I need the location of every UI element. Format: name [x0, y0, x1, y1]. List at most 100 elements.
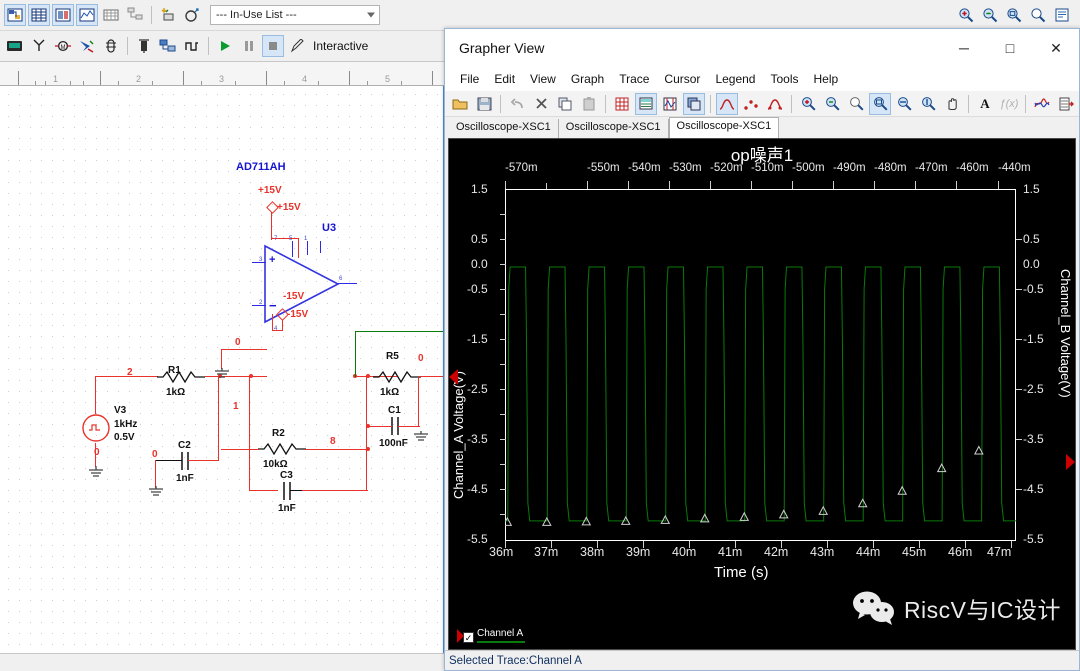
menu-view[interactable]: View	[523, 70, 563, 88]
menu-graph[interactable]: Graph	[564, 70, 611, 88]
cut-icon[interactable]	[530, 93, 552, 115]
maximize-button[interactable]: □	[987, 29, 1033, 67]
frequency-counter-icon[interactable]	[133, 35, 155, 57]
graphic-annotation-icon[interactable]	[76, 4, 98, 26]
oscilloscope-icon[interactable]	[76, 35, 98, 57]
plot-legend[interactable]: ✓ Channel A	[457, 629, 525, 643]
x-tick-bottom: 45m	[902, 545, 926, 559]
menu-cursor[interactable]: Cursor	[657, 70, 707, 88]
value-label-r5: 1kΩ	[380, 387, 399, 398]
open-icon[interactable]	[449, 93, 471, 115]
page-properties-icon[interactable]	[683, 93, 705, 115]
save-icon[interactable]	[473, 93, 495, 115]
y-tick-right: -1.5	[1023, 332, 1044, 346]
menu-help[interactable]: Help	[807, 70, 846, 88]
pin-label-pos-supply: +15V	[277, 202, 301, 213]
select-trace-icon[interactable]	[716, 93, 738, 115]
y-tick-right: -5.5	[1023, 532, 1044, 546]
zoom-fit-icon[interactable]	[1027, 4, 1049, 26]
in-use-list-value: --- In-Use List ---	[216, 9, 297, 21]
y-tick-right: 0.5	[1023, 232, 1040, 246]
wattmeter-icon[interactable]: M	[52, 35, 74, 57]
spreadsheet-view-icon[interactable]	[28, 4, 50, 26]
zoom-region-icon[interactable]	[869, 93, 891, 115]
ground-symbol-c2	[147, 486, 165, 500]
hierarchy-icon[interactable]	[124, 4, 146, 26]
multimeter-icon[interactable]	[4, 35, 26, 57]
x-tick-bottom: 37m	[534, 545, 558, 559]
logic-analyzer-icon[interactable]	[181, 35, 203, 57]
plot-area[interactable]: op噪声1 -570m -550m -540m -530m -520m -510…	[448, 138, 1076, 650]
undo-icon[interactable]	[506, 93, 528, 115]
legend-checkbox[interactable]: ✓	[463, 632, 474, 643]
menu-file[interactable]: File	[453, 70, 486, 88]
tab-oscilloscope-xsc1-1[interactable]: Oscilloscope-XSC1	[449, 119, 559, 138]
y-tick-left: 0.0	[471, 257, 488, 271]
zoom-in-icon[interactable]	[955, 4, 977, 26]
ref-label-c1: C1	[388, 405, 401, 416]
function-generator-icon[interactable]	[28, 35, 50, 57]
x-tick-bottom: 42m	[764, 545, 788, 559]
minimize-button[interactable]: ─	[941, 29, 987, 67]
electrical-rules-icon[interactable]	[181, 4, 203, 26]
select-data-points-icon[interactable]	[740, 93, 762, 115]
grid-icon[interactable]	[611, 93, 633, 115]
grapher-titlebar[interactable]: Grapher View ─ □ ✕	[445, 29, 1079, 67]
ground-symbol-c1	[412, 431, 430, 445]
cursors-icon[interactable]	[659, 93, 681, 115]
overlay-traces-icon[interactable]	[1031, 93, 1053, 115]
menu-trace[interactable]: Trace	[612, 70, 656, 88]
x-tick-top: -470m	[915, 162, 948, 174]
x-tick-bottom: 36m	[489, 545, 513, 559]
watermark: RiscV与IC设计	[852, 591, 1061, 625]
value-label-c2: 1nF	[176, 473, 194, 484]
zoom-vertical-icon[interactable]	[917, 93, 939, 115]
word-generator-icon[interactable]	[157, 35, 179, 57]
in-use-list-dropdown[interactable]: --- In-Use List ---	[210, 5, 380, 25]
pan-icon[interactable]	[941, 93, 963, 115]
legend-trace-label: Channel A	[477, 629, 525, 639]
x-tick-bottom: 38m	[580, 545, 604, 559]
watermark-text: RiscV与IC设计	[904, 591, 1061, 625]
net-label-0-plus: 0	[235, 337, 241, 348]
toolbar-separator	[151, 6, 152, 24]
tab-oscilloscope-xsc1-3[interactable]: Oscilloscope-XSC1	[669, 117, 780, 138]
net-label-neg-supply: -15V	[283, 291, 304, 302]
y-tick-right: -0.5	[1023, 282, 1044, 296]
tab-oscilloscope-xsc1-2[interactable]: Oscilloscope-XSC1	[559, 119, 669, 138]
menu-tools[interactable]: Tools	[763, 70, 805, 88]
legend-icon[interactable]	[635, 93, 657, 115]
pause-button[interactable]	[238, 35, 260, 57]
interactive-settings-icon[interactable]	[286, 35, 308, 57]
grapher-menubar: File Edit View Graph Trace Cursor Legend…	[445, 67, 1079, 91]
y-tick-left: -1.5	[467, 332, 488, 346]
zoom-in-icon[interactable]	[797, 93, 819, 115]
zoom-sheet-icon[interactable]	[1051, 4, 1073, 26]
export-to-excel-icon[interactable]	[1055, 93, 1077, 115]
component-icon[interactable]	[52, 4, 74, 26]
run-button[interactable]	[214, 35, 236, 57]
copy-icon[interactable]	[554, 93, 576, 115]
ref-label-c3: C3	[280, 470, 293, 481]
zoom-area-icon[interactable]	[1003, 4, 1025, 26]
menu-legend[interactable]: Legend	[708, 70, 762, 88]
formula-icon[interactable]: ƒ(x)	[998, 93, 1020, 115]
resistor-r1-symbol	[157, 370, 205, 384]
zoom-out-icon[interactable]	[821, 93, 843, 115]
menu-edit[interactable]: Edit	[487, 70, 522, 88]
y-tick-right: 0.0	[1023, 257, 1040, 271]
text-icon[interactable]: A	[974, 93, 996, 115]
stop-button[interactable]	[262, 35, 284, 57]
value-label-v3-freq: 1kHz	[114, 419, 137, 430]
paste-icon[interactable]	[578, 93, 600, 115]
selected-trace-status: Selected Trace:Channel A	[449, 655, 582, 667]
zoom-restore-icon[interactable]	[845, 93, 867, 115]
zoom-out-icon[interactable]	[979, 4, 1001, 26]
bode-plotter-icon[interactable]	[100, 35, 122, 57]
select-all-traces-icon[interactable]	[764, 93, 786, 115]
database-icon[interactable]	[100, 4, 122, 26]
close-button[interactable]: ✕	[1033, 29, 1079, 67]
zoom-horizontal-icon[interactable]	[893, 93, 915, 115]
create-component-icon[interactable]	[157, 4, 179, 26]
design-toolbox-icon[interactable]	[4, 4, 26, 26]
